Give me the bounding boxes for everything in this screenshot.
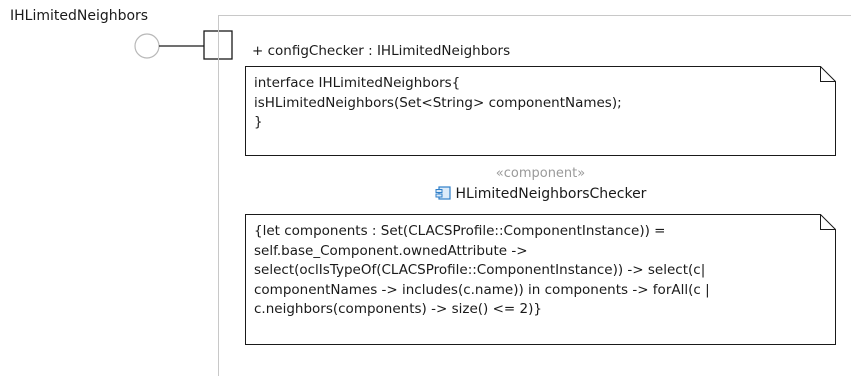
constraint-note[interactable]: {let components : Set(CLACSProfile::Comp… — [245, 214, 836, 345]
provided-interface-lollipop[interactable] — [0, 0, 240, 70]
constraint-text: {let components : Set(CLACSProfile::Comp… — [254, 223, 710, 317]
component-name: HLimitedNeighborsChecker — [455, 186, 647, 202]
component-title[interactable]: HLimitedNeighborsChecker — [245, 186, 836, 202]
port-label: + configChecker : IHLimitedNeighbors — [252, 43, 511, 59]
interface-definition-text: interface IHLimitedNeighbors{ isHLimited… — [254, 75, 622, 130]
interface-definition-note[interactable]: interface IHLimitedNeighbors{ isHLimited… — [245, 66, 836, 156]
interface-circle[interactable] — [134, 33, 160, 59]
component-stereotype: «component» — [495, 166, 586, 181]
component-icon — [435, 186, 451, 200]
